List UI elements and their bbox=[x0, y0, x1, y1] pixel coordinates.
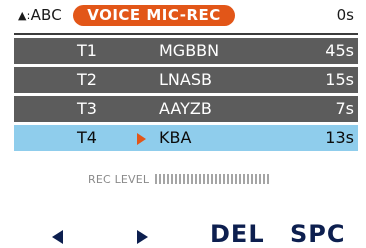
input-mode-label: ABC bbox=[30, 6, 62, 24]
header-bar: ▲:ABC VOICE MIC-REC 0s bbox=[0, 0, 366, 30]
track-row[interactable]: T3 AAYZB 7s bbox=[14, 96, 358, 122]
total-time: 0s bbox=[336, 6, 354, 24]
del-key[interactable]: DEL bbox=[210, 220, 265, 248]
track-number: T1 bbox=[77, 41, 97, 60]
track-duration: 7s bbox=[335, 99, 354, 118]
softkey-bar: DEL SPC bbox=[0, 220, 366, 248]
rec-level-meter: REC LEVEL bbox=[88, 173, 271, 187]
track-number: T3 bbox=[77, 99, 97, 118]
triangle-pair-icon: ▲: bbox=[18, 9, 31, 22]
track-name: LNASB bbox=[159, 70, 212, 89]
rec-level-label: REC LEVEL bbox=[88, 173, 150, 186]
track-duration: 13s bbox=[325, 128, 354, 147]
input-mode-indicator: ▲:ABC bbox=[18, 6, 62, 24]
track-name: MGBBN bbox=[159, 41, 220, 60]
right-arrow-icon[interactable] bbox=[137, 230, 148, 244]
track-row[interactable]: T2 LNASB 15s bbox=[14, 67, 358, 93]
screen-title: VOICE MIC-REC bbox=[73, 5, 235, 26]
track-number: T2 bbox=[77, 70, 97, 89]
selection-cursor-icon bbox=[137, 133, 146, 145]
track-name: KBA bbox=[159, 128, 192, 147]
spc-key[interactable]: SPC bbox=[290, 220, 346, 248]
track-duration: 45s bbox=[325, 41, 354, 60]
track-row-selected[interactable]: T4 KBA 13s bbox=[14, 125, 358, 151]
track-list: T1 MGBBN 45s T2 LNASB 15s T3 AAYZB 7s T4… bbox=[14, 38, 358, 154]
left-arrow-icon[interactable] bbox=[52, 230, 63, 244]
track-number: T4 bbox=[77, 128, 97, 147]
rec-level-bar bbox=[155, 174, 271, 187]
track-name: AAYZB bbox=[159, 99, 212, 118]
track-duration: 15s bbox=[325, 70, 354, 89]
track-row[interactable]: T1 MGBBN 45s bbox=[14, 38, 358, 64]
header-divider bbox=[14, 33, 358, 35]
